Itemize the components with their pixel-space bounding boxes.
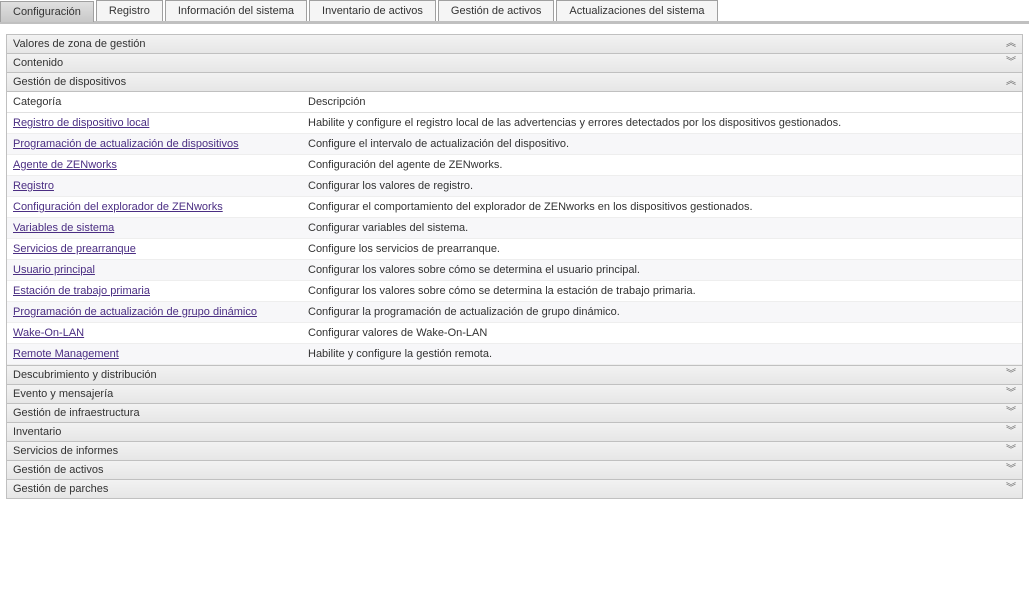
category-cell: Programación de actualización de grupo d… [7, 302, 302, 323]
section-gestión-de-dispositivos[interactable]: Gestión de dispositivos ︽ [6, 72, 1023, 92]
section-gestión-de-parches[interactable]: Gestión de parches ︾ [6, 479, 1023, 499]
tab-strip: ConfiguraciónRegistroInformación del sis… [0, 0, 1029, 24]
section-servicios-de-informes[interactable]: Servicios de informes ︾ [6, 441, 1023, 461]
section-gestión-de-activos[interactable]: Gestión de activos ︾ [6, 460, 1023, 480]
table-row: Registro Configurar los valores de regist… [7, 176, 1022, 197]
column-header-description: Descripción [302, 92, 1022, 113]
description-cell: Configure el intervalo de actualización … [302, 134, 1022, 155]
device-management-table: Categoría Descripción Registro de dispos… [6, 92, 1023, 365]
chevron-down-icon[interactable]: ︾ [1006, 389, 1016, 399]
category-link[interactable]: Remote Management [13, 348, 119, 360]
category-cell: Agente de ZENworks [7, 155, 302, 176]
category-link[interactable]: Servicios de prearranque [13, 243, 136, 255]
chevron-down-icon[interactable]: ︾ [1006, 370, 1016, 380]
category-cell: Servicios de prearranque [7, 239, 302, 260]
category-link[interactable]: Registro de dispositivo local [13, 117, 149, 129]
section-title: Inventario [13, 426, 61, 438]
category-cell: Variables de sistema [7, 218, 302, 239]
category-link[interactable]: Agente de ZENworks [13, 159, 117, 171]
section-title: Gestión de dispositivos [13, 76, 126, 88]
description-cell: Configurar los valores sobre cómo se det… [302, 260, 1022, 281]
category-cell: Estación de trabajo primaria [7, 281, 302, 302]
category-cell: Usuario principal [7, 260, 302, 281]
category-cell: Wake-On-LAN [7, 323, 302, 344]
table-row: Variables de sistema Configurar variables… [7, 218, 1022, 239]
section-title: Gestión de activos [13, 464, 104, 476]
section-descubrimiento-y-distribución[interactable]: Descubrimiento y distribución ︾ [6, 365, 1023, 385]
category-link[interactable]: Registro [13, 180, 54, 192]
tab-registro[interactable]: Registro [96, 0, 163, 21]
section-title: Descubrimiento y distribución [13, 369, 157, 381]
table-row: Wake-On-LAN Configurar valores de Wake-On… [7, 323, 1022, 344]
description-cell: Configurar valores de Wake-On-LAN [302, 323, 1022, 344]
description-cell: Configurar el comportamiento del explora… [302, 197, 1022, 218]
table-row: Usuario principal Configurar los valores … [7, 260, 1022, 281]
section-title: Gestión de parches [13, 483, 108, 495]
category-cell: Registro de dispositivo local [7, 113, 302, 134]
description-cell: Configuración del agente de ZENworks. [302, 155, 1022, 176]
chevron-up-icon[interactable]: ︽ [1006, 39, 1016, 49]
table-row: Registro de dispositivo local Habilite y … [7, 113, 1022, 134]
table-row: Estación de trabajo primaria Configurar l… [7, 281, 1022, 302]
section-title: Contenido [13, 57, 63, 69]
section-title: Evento y mensajería [13, 388, 113, 400]
description-cell: Configure los servicios de prearranque. [302, 239, 1022, 260]
tab-configuración[interactable]: Configuración [0, 1, 94, 22]
section-evento-y-mensajería[interactable]: Evento y mensajería ︾ [6, 384, 1023, 404]
category-cell: Remote Management [7, 344, 302, 365]
chevron-down-icon[interactable]: ︾ [1006, 58, 1016, 68]
section-contenido[interactable]: Contenido ︾ [6, 53, 1023, 73]
column-header-category: Categoría [7, 92, 302, 113]
category-cell: Configuración del explorador de ZENworks [7, 197, 302, 218]
section-title: Gestión de infraestructura [13, 407, 140, 419]
description-cell: Configurar variables del sistema. [302, 218, 1022, 239]
description-cell: Configurar los valores de registro. [302, 176, 1022, 197]
table-row: Programación de actualización de disposi… [7, 134, 1022, 155]
tab-actualizaciones-del-sistema[interactable]: Actualizaciones del sistema [556, 0, 717, 21]
category-link[interactable]: Programación de actualización de grupo d… [13, 306, 257, 318]
tab-gestión-de-activos[interactable]: Gestión de activos [438, 0, 555, 21]
description-cell: Habilite y configure el registro local d… [302, 113, 1022, 134]
chevron-down-icon[interactable]: ︾ [1006, 465, 1016, 475]
category-link[interactable]: Usuario principal [13, 264, 95, 276]
table-row: Programación de actualización de grupo d… [7, 302, 1022, 323]
description-cell: Habilite y configure la gestión remota. [302, 344, 1022, 365]
chevron-down-icon[interactable]: ︾ [1006, 446, 1016, 456]
description-cell: Configurar los valores sobre cómo se det… [302, 281, 1022, 302]
table-row: Agente de ZENworks Configuración del agen… [7, 155, 1022, 176]
table-row: Servicios de prearranque Configure los se… [7, 239, 1022, 260]
tab-inventario-de-activos[interactable]: Inventario de activos [309, 0, 436, 21]
section-valores-de-zona-de-gestión[interactable]: Valores de zona de gestión ︽ [6, 34, 1023, 54]
section-gestión-de-infraestructura[interactable]: Gestión de infraestructura ︾ [6, 403, 1023, 423]
table-row: Configuración del explorador de ZENworks… [7, 197, 1022, 218]
tab-información-del-sistema[interactable]: Información del sistema [165, 0, 307, 21]
category-link[interactable]: Wake-On-LAN [13, 327, 84, 339]
section-title: Servicios de informes [13, 445, 118, 457]
chevron-down-icon[interactable]: ︾ [1006, 427, 1016, 437]
section-inventario[interactable]: Inventario ︾ [6, 422, 1023, 442]
category-link[interactable]: Programación de actualización de disposi… [13, 138, 239, 150]
category-cell: Programación de actualización de disposi… [7, 134, 302, 155]
category-link[interactable]: Variables de sistema [13, 222, 114, 234]
content-area: Valores de zona de gestión︽Contenido︾Ges… [0, 24, 1029, 505]
category-link[interactable]: Estación de trabajo primaria [13, 285, 150, 297]
chevron-down-icon[interactable]: ︾ [1006, 408, 1016, 418]
chevron-down-icon[interactable]: ︾ [1006, 484, 1016, 494]
chevron-up-icon[interactable]: ︽ [1006, 77, 1016, 87]
section-title: Valores de zona de gestión [13, 38, 146, 50]
category-link[interactable]: Configuración del explorador de ZENworks [13, 201, 223, 213]
table-row: Remote Management Habilite y configure la… [7, 344, 1022, 365]
description-cell: Configurar la programación de actualizac… [302, 302, 1022, 323]
category-cell: Registro [7, 176, 302, 197]
